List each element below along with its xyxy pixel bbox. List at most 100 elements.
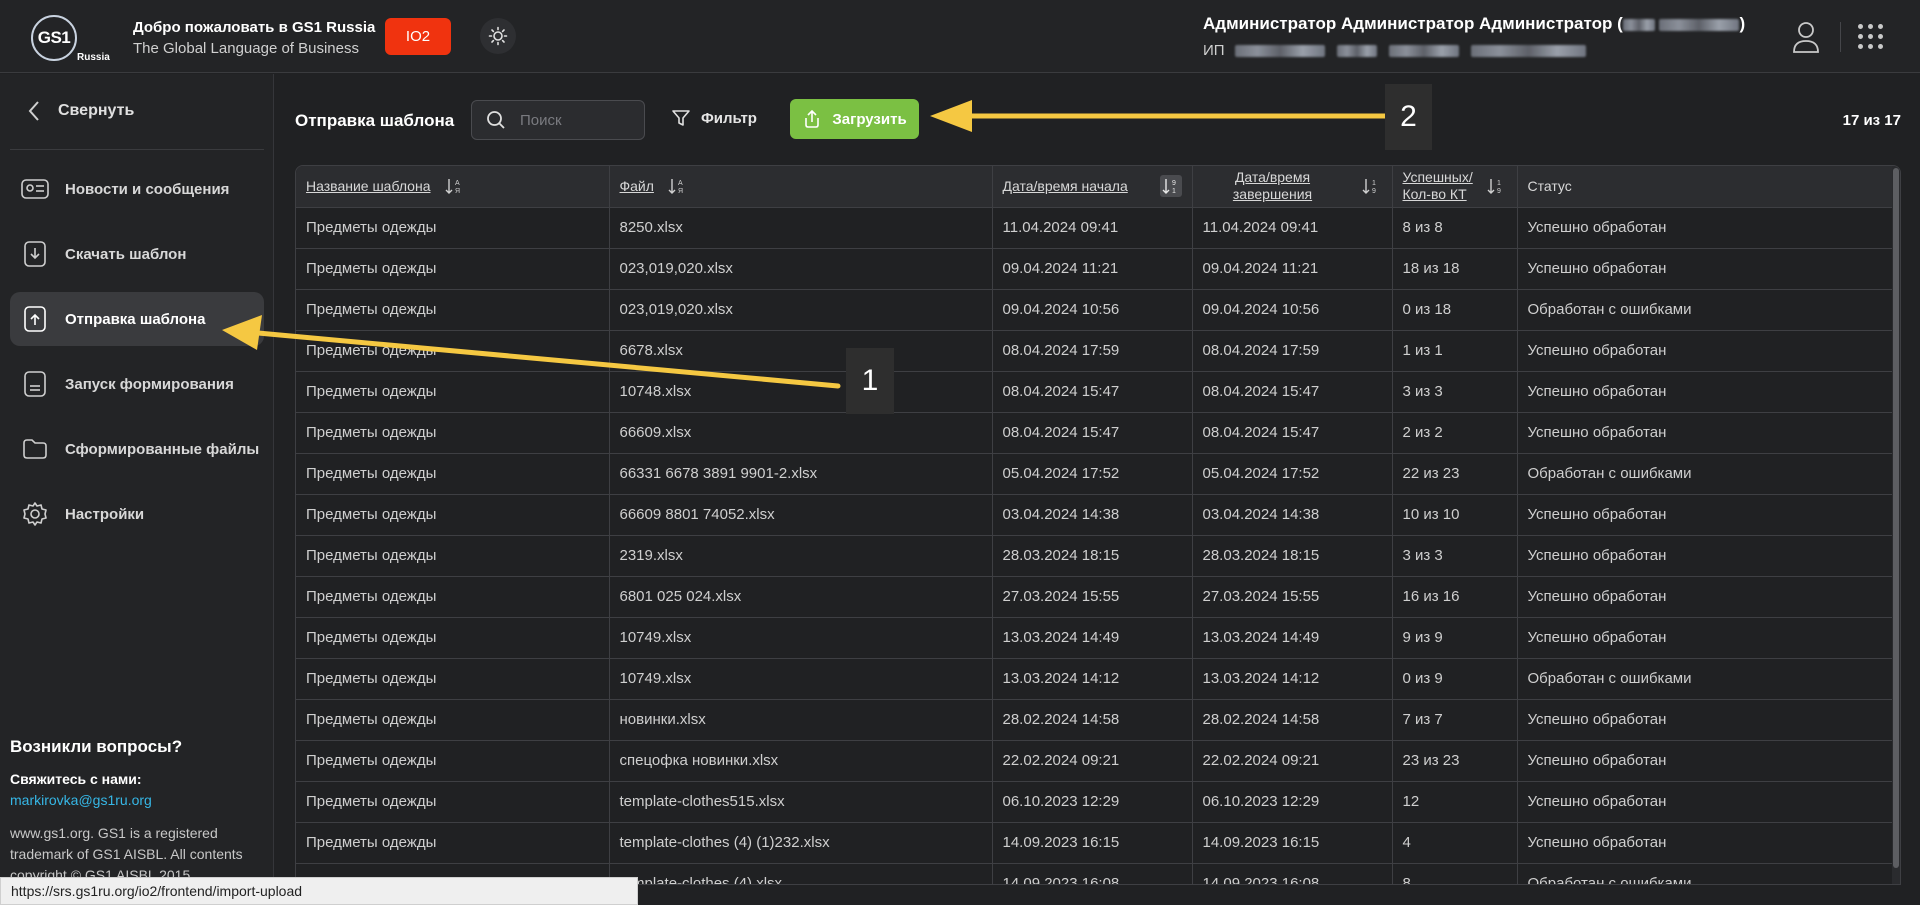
apps-grid-icon[interactable] [1858,24,1884,50]
cell-end-date: 08.04.2024 17:59 [1192,330,1393,372]
cell-success-count: 8 [1392,863,1518,884]
column-header-start-date[interactable]: Дата/время начала 9 1 [992,166,1193,208]
cell-status: Успешно обработан [1517,371,1900,413]
help-contact-label: Свяжитесь с нами: [10,771,142,787]
cell-end-date: 13.03.2024 14:12 [1192,658,1393,700]
cell-start-date: 13.03.2024 14:12 [992,658,1193,700]
upload-label: Загрузить [832,110,907,128]
upload-icon [20,304,50,334]
table-row[interactable]: Предметы одежды 6801 025 024.xlsx 27.03.20… [296,576,1900,618]
gs1-logo[interactable]: GS1 [31,15,77,61]
search-box[interactable] [471,100,645,140]
cell-start-date: 14.09.2023 16:08 [992,863,1193,884]
redacted [1622,18,1655,31]
cell-success-count: 3 из 3 [1392,535,1518,577]
cell-start-date: 05.04.2024 17:52 [992,453,1193,495]
collapse-sidebar-button[interactable]: Свернуть [28,100,134,122]
cell-file: 023,019,020.xlsx [609,248,993,290]
sidebar-item-send-template[interactable]: Отправка шаблона [10,292,264,346]
cell-success-count: 4 [1392,822,1518,864]
io2-button[interactable]: IO2 [385,18,451,55]
sun-icon [488,26,508,46]
cell-end-date: 28.02.2024 14:58 [1192,699,1393,741]
cell-end-date: 13.03.2024 14:49 [1192,617,1393,659]
table-row[interactable]: Предметы одежды 2319.xlsx 28.03.2024 18:15… [296,535,1900,577]
user-profile-icon[interactable] [1791,20,1821,54]
main-content: Отправка шаблона Фильтр Загрузить 17 из … [275,74,1920,905]
table-row[interactable]: Предметы одежды новинки.xlsx 28.02.2024 14… [296,699,1900,741]
cell-template-name: Предметы одежды [296,781,610,823]
scrollbar-thumb[interactable] [1893,168,1899,868]
cell-success-count: 23 из 23 [1392,740,1518,782]
column-header-success-count[interactable]: Успешных/ Кол-во КТ 1 9 [1392,166,1518,208]
sidebar-item-label: Запуск формирования [65,375,234,393]
organization-line: ИП [1203,42,1587,59]
table-row[interactable]: Предметы одежды 6678.xlsx 08.04.2024 17:59… [296,330,1900,372]
cell-file: template-clothes (4) (1)232.xlsx [609,822,993,864]
sort-alpha-icon[interactable]: АЯ [666,175,688,197]
sidebar-item-settings[interactable]: Настройки [10,487,264,541]
table-row[interactable]: Предметы одежды template-clothes515.xlsx 0… [296,781,1900,823]
sort-numeric-icon[interactable]: 19 [1360,175,1382,197]
table-row[interactable]: Предметы одежды 66609.xlsx 08.04.2024 15:4… [296,412,1900,454]
search-input[interactable] [520,111,640,129]
table-row[interactable]: Предметы одежды 10748.xlsx 08.04.2024 15:4… [296,371,1900,413]
welcome-title: Добро пожаловать в GS1 Russia [133,19,376,36]
sidebar-item-news[interactable]: Новости и сообщения [10,162,264,216]
table-row[interactable]: Предметы одежды 66331 6678 3891 9901-2.xl… [296,453,1900,495]
table-row[interactable]: Предметы одежды 66609 8801 74052.xlsx 03.0… [296,494,1900,536]
sort-numeric-icon[interactable]: 19 [1485,175,1507,197]
cell-status: Обработан с ошибками [1517,863,1900,884]
cell-end-date: 08.04.2024 15:47 [1192,412,1393,454]
cell-template-name: Предметы одежды [296,330,610,372]
theme-toggle-button[interactable] [480,18,516,54]
cell-end-date: 11.04.2024 09:41 [1192,207,1393,249]
cell-status: Успешно обработан [1517,330,1900,372]
cell-template-name: Предметы одежды [296,494,610,536]
cell-end-date: 09.04.2024 11:21 [1192,248,1393,290]
sidebar-item-label: Скачать шаблон [65,245,187,263]
redacted [1389,45,1460,58]
cell-status: Успешно обработан [1517,617,1900,659]
table-row[interactable]: Предметы одежды 8250.xlsx 11.04.2024 09:41… [296,207,1900,249]
table-row[interactable]: Предметы одежды 10749.xlsx 13.03.2024 14:4… [296,617,1900,659]
cell-success-count: 0 из 18 [1392,289,1518,331]
cell-template-name: Предметы одежды [296,289,610,331]
collapse-label: Свернуть [58,102,135,119]
table-row[interactable]: Предметы одежды 10749.xlsx 13.03.2024 14:1… [296,658,1900,700]
cell-end-date: 27.03.2024 15:55 [1192,576,1393,618]
chevron-left-icon [28,101,39,121]
filter-label: Фильтр [701,109,757,127]
cell-file: template-clothes515.xlsx [609,781,993,823]
column-label: Успешных/ Кол-во КТ [1402,169,1473,203]
cell-start-date: 13.03.2024 14:49 [992,617,1193,659]
cell-success-count: 3 из 3 [1392,371,1518,413]
help-email-link[interactable]: markirovka@gs1ru.org [10,792,152,808]
sort-numeric-icon[interactable]: 91 [1159,175,1182,198]
column-header-end-date[interactable]: Дата/время завершения 1 9 [1192,166,1393,208]
cell-status: Успешно обработан [1517,494,1900,536]
upload-button[interactable]: Загрузить [790,99,919,139]
cell-file: 66331 6678 3891 9901-2.xlsx [609,453,993,495]
filter-button[interactable]: Фильтр [671,108,757,128]
table-scrollbar[interactable] [1892,166,1900,884]
sort-alpha-icon[interactable]: АЯ [443,175,465,197]
column-header-template-name[interactable]: Название шаблона А Я [296,166,610,208]
generate-icon [20,369,50,399]
table-row[interactable]: Предметы одежды template-clothes (4) (1)2… [296,822,1900,864]
svg-text:9: 9 [1172,180,1176,187]
record-count: 17 из 17 [1842,112,1901,129]
status-bar-url: https://srs.gs1ru.org/io2/frontend/impor… [0,877,638,905]
table-row[interactable]: Предметы одежды 023,019,020.xlsx 09.04.202… [296,248,1900,290]
cell-success-count: 7 из 7 [1392,699,1518,741]
table-row[interactable]: Предметы одежды 023,019,020.xlsx 09.04.202… [296,289,1900,331]
cell-start-date: 08.04.2024 15:47 [992,371,1193,413]
news-icon [20,174,50,204]
table-row[interactable]: Предметы одежды спецофка новинки.xlsx 22.0… [296,740,1900,782]
sidebar-item-run-generation[interactable]: Запуск формирования [10,357,264,411]
column-header-file[interactable]: Файл А Я [609,166,993,208]
sidebar-item-generated-files[interactable]: Сформированные файлы [10,422,264,476]
sidebar-item-download-template[interactable]: Скачать шаблон [10,227,264,281]
cell-template-name: Предметы одежды [296,699,610,741]
column-label: Файл [619,178,654,195]
